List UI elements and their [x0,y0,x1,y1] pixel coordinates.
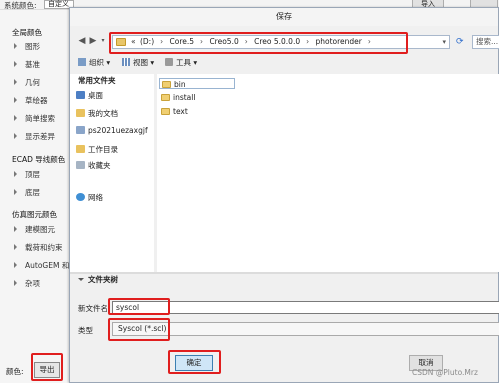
views-icon [122,58,130,66]
tools-menu[interactable]: 工具 ▾ [165,57,197,68]
file-type-select[interactable]: Syscol (*.scl) [112,322,499,336]
forward-arrow-icon[interactable]: ▶ [89,36,97,46]
chevron-right-icon: › [160,37,164,46]
color-categories-panel: 全局颜色 图形 基准 几何 草绘器 简单搜索 显示差异 ECAD 导线颜色 顶层… [0,10,70,383]
item-graphics[interactable]: 图形 [14,41,40,52]
favorites-pane: 常用文件夹 桌面 我的文档 ps2021uezaxgjf 工作目录 收藏夹 网络 [70,74,154,272]
item-show-diff[interactable]: 显示差异 [14,131,55,142]
expand-arrow-icon [14,171,17,177]
expand-arrow-icon [14,244,17,250]
item-loads-constraints[interactable]: 载荷和约束 [14,242,63,253]
watermark: CSDN @Pluto.Mrz [412,368,478,377]
organize-menu[interactable]: 组织 ▾ [78,57,110,68]
folder-icon [162,81,171,88]
chevron-right-icon: › [306,37,310,46]
breadcrumb-creo50[interactable]: Creo5.0 [209,37,238,46]
expand-arrow-icon [14,280,17,286]
computer-icon [76,126,85,134]
folder-icon [76,145,85,153]
nav-my-documents[interactable]: 我的文档 [76,108,118,119]
save-dialog: 保存 ◀ ▶ ▾ « (D:) › Core.5 › Creo5.0 › Creo 5… [69,7,499,383]
ok-button[interactable]: 确定 [175,355,213,371]
item-top-layer[interactable]: 顶层 [14,169,40,180]
breadcrumb-drive[interactable]: (D:) [140,37,154,46]
type-label: 类型 [78,326,93,335]
network-icon [76,193,85,201]
folder-text[interactable]: text [159,106,235,117]
organize-icon [78,58,86,66]
item-simple-search[interactable]: 简单搜索 [14,113,55,124]
item-bottom-layer[interactable]: 底层 [14,187,40,198]
folder-icon [161,108,170,115]
pane-divider[interactable] [70,272,498,274]
group-global-colors: 全局颜色 [12,28,42,37]
expand-arrow-icon [14,226,17,232]
documents-icon [76,109,85,117]
breadcrumb-core5[interactable]: Core.5 [170,37,195,46]
tools-icon [165,58,173,66]
item-model-entities[interactable]: 建模图元 [14,224,55,235]
favorites-header: 常用文件夹 [78,76,116,85]
nav-user-folder[interactable]: ps2021uezaxgjf [76,126,148,135]
nav-desktop[interactable]: 桌面 [76,90,103,101]
address-row: ◀ ▶ ▾ « (D:) › Core.5 › Creo5.0 › Creo 5.0.… [70,32,499,52]
refresh-icon[interactable]: ⟳ [456,37,464,47]
breadcrumb-creo5000[interactable]: Creo 5.0.0.0 [254,37,300,46]
recent-dropdown-icon[interactable]: ▾ [99,36,107,46]
address-dropdown-icon[interactable]: ▾ [442,38,446,46]
folder-install[interactable]: install [159,92,235,103]
folder-bin[interactable]: bin [159,78,235,89]
folder-icon [161,94,170,101]
group-sim-colors: 仿真图元颜色 [12,210,57,219]
dialog-title: 保存 [70,8,498,26]
expand-arrow-icon [14,133,17,139]
expand-arrow-icon [14,189,17,195]
dialog-toolbar: 组织 ▾ 视图 ▾ 工具 ▾ [70,55,498,71]
expand-arrow-icon [14,61,17,67]
item-sketcher[interactable]: 草绘器 [14,95,48,106]
folder-icon [116,38,126,46]
expand-arrow-icon [14,262,17,268]
chevron-right-icon: › [244,37,248,46]
export-button[interactable]: 导出 [34,362,60,378]
filename-input[interactable]: syscol [112,301,499,314]
expand-arrow-icon [14,115,17,121]
favorites-icon [76,161,85,169]
item-misc[interactable]: 杂项 [14,278,40,289]
group-ecad-colors: ECAD 导线颜色 [12,155,66,164]
file-list: bin install text [157,74,499,272]
item-autogem[interactable]: AutoGEM 和 [14,260,69,271]
expand-arrow-icon [14,79,17,85]
expand-arrow-icon [14,43,17,49]
nav-working-directory[interactable]: 工作目录 [76,144,118,155]
breadcrumb-overflow[interactable]: « [131,37,136,46]
filename-label: 新文件名 [78,304,108,313]
nav-network[interactable]: 网络 [76,192,103,203]
nav-favorites[interactable]: 收藏夹 [76,160,111,171]
folder-tree-toggle[interactable]: 文件夹树 [78,274,118,285]
expand-arrow-icon [14,97,17,103]
chevron-right-icon: › [200,37,204,46]
back-arrow-icon[interactable]: ◀ [78,36,86,46]
desktop-icon [76,91,85,99]
item-geometry[interactable]: 几何 [14,77,40,88]
color-label: 颜色: [6,367,24,376]
collapse-arrow-icon [78,278,84,281]
breadcrumb-photorender[interactable]: photorender [316,37,362,46]
breadcrumb: « (D:) › Core.5 › Creo5.0 › Creo 5.0.0.0 › p… [131,36,375,48]
views-menu[interactable]: 视图 ▾ [122,57,154,68]
item-datum[interactable]: 基准 [14,59,40,70]
address-bar[interactable]: « (D:) › Core.5 › Creo5.0 › Creo 5.0.0.0 › p… [112,35,450,49]
chevron-right-icon: › [367,37,371,46]
search-input[interactable]: 搜索... [472,35,499,49]
